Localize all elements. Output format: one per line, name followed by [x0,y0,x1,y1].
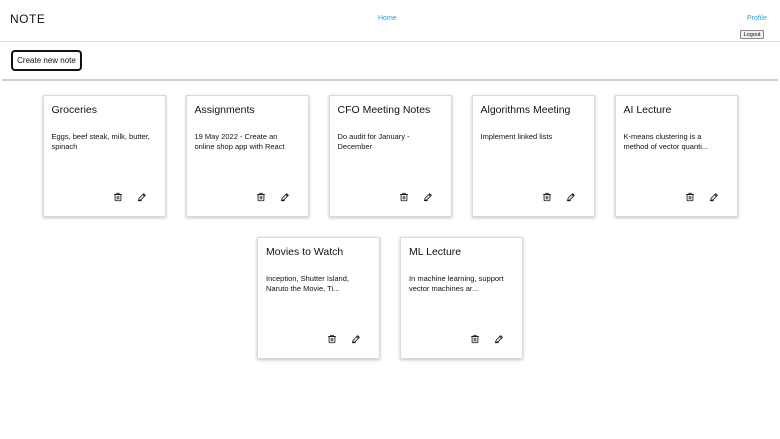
note-title: CFO Meeting Notes [337,104,431,116]
note-title: ML Lecture [409,246,462,258]
edit-note-button[interactable] [279,192,291,204]
header-divider [0,41,780,42]
trash-icon [685,189,695,207]
notes-grid: Groceries Eggs, beef steak, milk, butter… [0,95,780,359]
pencil-icon [709,189,719,207]
app-header: NOTE Home Profile Logout [0,0,780,42]
note-card: ML Lecture In machine learning, support … [400,237,523,359]
logout-button[interactable]: Logout [740,30,764,39]
edit-note-button[interactable] [422,192,434,204]
pencil-icon [351,331,361,349]
note-preview: Do audit for January - December [337,132,410,151]
trash-icon [327,331,337,349]
trash-icon [542,189,552,207]
note-preview: Eggs, beef steak, milk, butter, spinach [51,132,150,151]
pencil-icon [566,189,576,207]
note-preview: 19 May 2022 - Create an online shop app … [194,132,285,151]
note-card: Algorithms Meeting Implement linked list… [471,95,595,217]
pencil-icon [280,189,290,207]
note-title: AI Lecture [623,104,672,116]
delete-note-button[interactable] [541,192,553,204]
note-title: Algorithms Meeting [480,104,571,116]
delete-note-button[interactable] [398,192,410,204]
note-card: AI Lecture K-means clustering is a metho… [614,95,738,217]
delete-note-button[interactable] [469,334,481,346]
edit-note-button[interactable] [350,334,362,346]
note-card: Assignments 19 May 2022 - Create an onli… [185,95,309,217]
trash-icon [113,189,123,207]
note-card: Movies to Watch Inception, Shutter Islan… [257,237,380,359]
create-note-button[interactable]: Create new note [11,50,82,71]
delete-note-button[interactable] [112,192,124,204]
delete-note-button[interactable] [255,192,267,204]
edit-note-button[interactable] [565,192,577,204]
pencil-icon [137,189,147,207]
section-divider [2,79,778,81]
note-preview: Inception, Shutter Island, Naruto the Mo… [266,274,349,293]
delete-note-button[interactable] [684,192,696,204]
note-preview: Implement linked lists [480,132,553,141]
nav-home-link[interactable]: Home [378,15,397,22]
edit-note-button[interactable] [493,334,505,346]
note-title: Groceries [51,104,98,116]
edit-note-button[interactable] [136,192,148,204]
pencil-icon [494,331,504,349]
note-preview: In machine learning, support vector mach… [409,274,504,293]
note-card: Groceries Eggs, beef steak, milk, butter… [42,95,166,217]
note-card: CFO Meeting Notes Do audit for January -… [328,95,452,217]
brand-logo: NOTE [10,12,46,26]
note-title: Assignments [194,104,255,116]
edit-note-button[interactable] [708,192,720,204]
note-title: Movies to Watch [266,246,344,258]
trash-icon [470,331,480,349]
note-preview: K-means clustering is a method of vector… [623,132,709,151]
pencil-icon [423,189,433,207]
nav-profile-link[interactable]: Profile [747,15,767,22]
delete-note-button[interactable] [326,334,338,346]
trash-icon [256,189,266,207]
trash-icon [399,189,409,207]
